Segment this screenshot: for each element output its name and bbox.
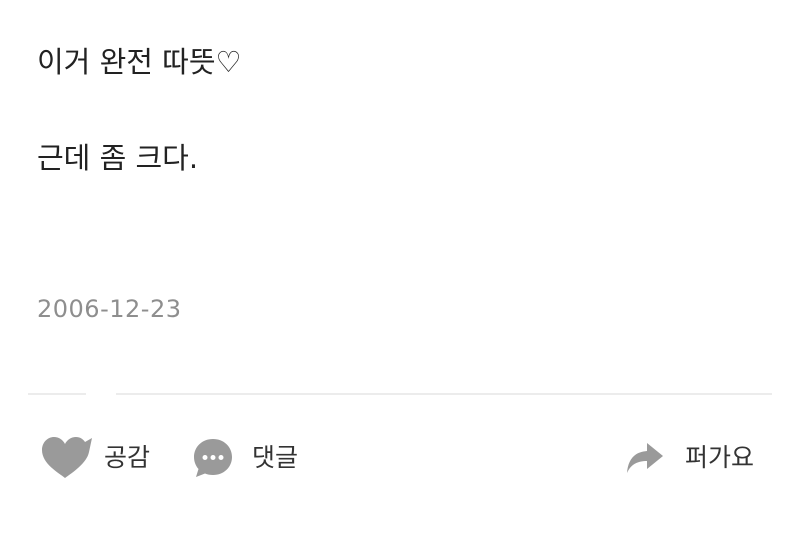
speech-bubble-icon <box>192 437 234 479</box>
post-date: 2006-12-23 <box>37 295 182 323</box>
blog-post: 이거 완전 따뜻♡ 근데 좀 크다. 2006-12-23 공감 댓글 퍼가요 <box>0 0 800 538</box>
share-button[interactable]: 퍼가요 <box>625 436 754 480</box>
post-body-line-1: 이거 완전 따뜻♡ <box>37 45 242 79</box>
comment-button[interactable]: 댓글 <box>192 436 298 480</box>
divider <box>28 393 86 395</box>
heart-icon <box>40 436 94 480</box>
comment-label: 댓글 <box>252 443 299 472</box>
like-button[interactable]: 공감 <box>40 436 150 480</box>
like-label: 공감 <box>104 443 151 472</box>
share-arrow-icon <box>625 440 665 476</box>
post-body-line-2: 근데 좀 크다. <box>37 141 199 175</box>
share-label: 퍼가요 <box>685 443 755 472</box>
divider <box>116 393 772 395</box>
